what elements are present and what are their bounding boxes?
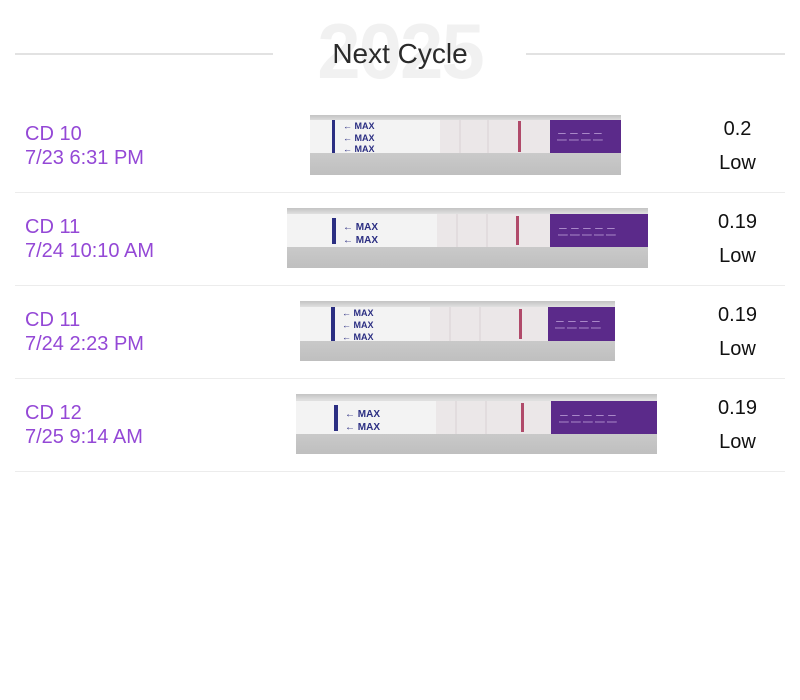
- test-strip-photo[interactable]: ← MAX ← MAX ニニニニニ: [296, 394, 657, 454]
- cycle-day-label: CD 10: [25, 123, 82, 145]
- lh-value: 0.19: [718, 304, 757, 326]
- svg-text:← MAX: ← MAX: [342, 320, 374, 330]
- svg-text:← MAX: ← MAX: [342, 332, 374, 342]
- lh-value: 0.2: [723, 118, 752, 140]
- lh-level: Low: [719, 245, 756, 267]
- svg-text:← MAX: ← MAX: [345, 422, 380, 433]
- svg-text:ニニニニ: ニニニニ: [554, 318, 602, 332]
- svg-text:← MAX: ← MAX: [342, 308, 374, 318]
- lh-level: Low: [719, 431, 756, 453]
- test-row[interactable]: CD 11 7/24 10:10 AM ← MAX ← MAX ニニニニニ 0.…: [15, 193, 785, 286]
- svg-text:← MAX: ← MAX: [343, 133, 375, 143]
- test-strip-photo[interactable]: ← MAX ← MAX ← MAX ニニニニ: [300, 301, 615, 361]
- lh-level: Low: [719, 152, 756, 174]
- section-title: Next Cycle: [332, 38, 468, 69]
- svg-text:ニニニニニ: ニニニニニ: [557, 225, 617, 239]
- test-datetime: 7/24 2:23 PM: [25, 333, 144, 355]
- cycle-day-label: CD 11: [25, 309, 81, 331]
- cycle-day-label: CD 11: [25, 216, 81, 238]
- test-row[interactable]: CD 11 7/24 2:23 PM ← MAX ← MAX ← MAX ニニニ…: [15, 286, 785, 379]
- lh-value: 0.19: [718, 211, 757, 233]
- test-strip-graphic: ← MAX ← MAX ニニニニニ: [287, 214, 648, 247]
- test-datetime: 7/23 6:31 PM: [25, 147, 144, 169]
- test-row[interactable]: CD 10 7/23 6:31 PM ← MAX ← MAX ← MAX ニニニ…: [15, 100, 785, 193]
- svg-text:← MAX: ← MAX: [345, 409, 380, 420]
- cycle-header: 2025 Next Cycle: [0, 0, 800, 110]
- lh-value: 0.19: [718, 397, 757, 419]
- test-strip-graphic: ← MAX ← MAX ← MAX ニニニニ: [300, 307, 615, 342]
- svg-text:ニニニニニ: ニニニニニ: [558, 412, 618, 426]
- test-row[interactable]: CD 12 7/25 9:14 AM ← MAX ← MAX ニニニニニ 0.1…: [15, 379, 785, 472]
- cycle-day-label: CD 12: [25, 402, 82, 424]
- test-strip-photo[interactable]: ← MAX ← MAX ニニニニニ: [287, 208, 648, 268]
- test-datetime: 7/25 9:14 AM: [25, 426, 143, 448]
- svg-text:ニニニニ: ニニニニ: [556, 130, 604, 144]
- test-strip-graphic: ← MAX ← MAX ニニニニニ: [296, 401, 657, 434]
- svg-text:← MAX: ← MAX: [343, 144, 375, 154]
- test-datetime: 7/24 10:10 AM: [25, 240, 154, 262]
- test-strip-photo[interactable]: ← MAX ← MAX ← MAX ニニニニ: [310, 115, 621, 175]
- lh-level: Low: [719, 338, 756, 360]
- svg-text:← MAX: ← MAX: [343, 222, 378, 233]
- svg-text:← MAX: ← MAX: [343, 121, 375, 131]
- test-strip-graphic: ← MAX ← MAX ← MAX ニニニニ: [310, 120, 621, 154]
- svg-text:← MAX: ← MAX: [343, 235, 378, 246]
